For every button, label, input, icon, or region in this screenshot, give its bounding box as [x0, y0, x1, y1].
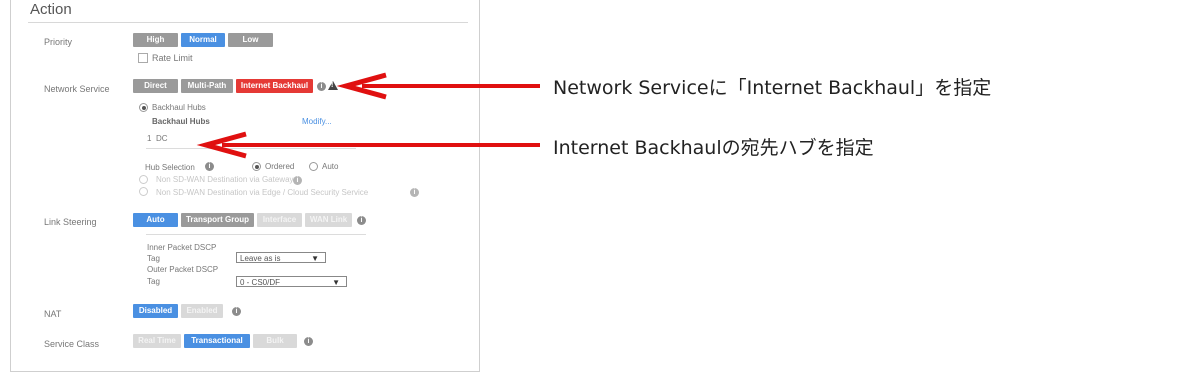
callout-network-service: Network Serviceに「Internet Backhaul」を指定: [553, 77, 992, 99]
arrow-to-network-service: [336, 72, 540, 100]
annotation-arrows: [196, 72, 540, 159]
callout-backhaul-hub: Internet Backhaulの宛先ハブを指定: [553, 137, 874, 159]
arrow-to-backhaul-hub: [196, 131, 540, 159]
